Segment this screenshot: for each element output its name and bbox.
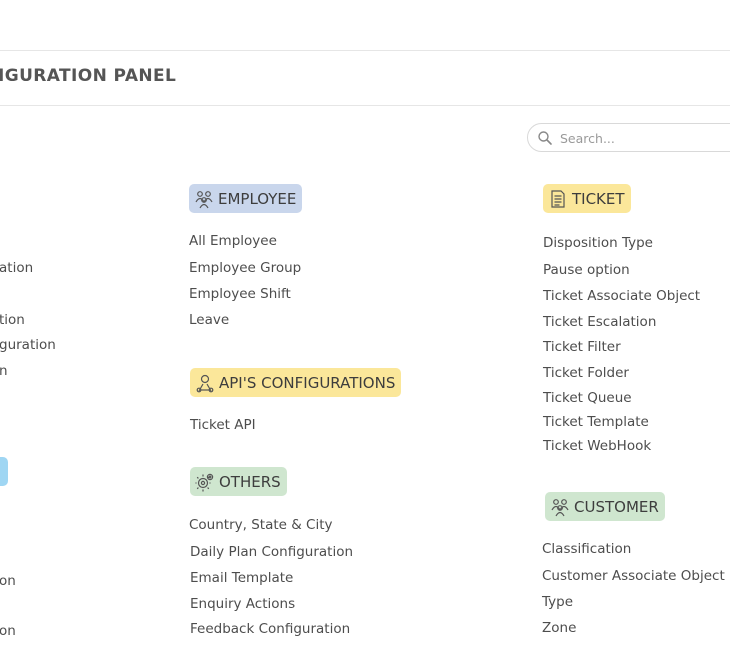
- others-item[interactable]: Email Template: [190, 570, 293, 586]
- employee-section-title: EMPLOYEE: [218, 189, 297, 208]
- ticket-item[interactable]: Ticket Filter: [543, 339, 621, 355]
- ticket-item[interactable]: Disposition Type: [543, 235, 653, 251]
- api-section-title: API'S CONFIGURATIONS: [219, 373, 396, 392]
- people-icon: [195, 190, 213, 208]
- others-item[interactable]: Country, State & City: [189, 517, 333, 533]
- page-title: IGURATION PANEL: [0, 66, 177, 86]
- customer-item[interactable]: Type: [542, 594, 573, 610]
- left-item[interactable]: ation: [0, 260, 33, 276]
- left-item[interactable]: guration: [0, 337, 56, 353]
- left-item[interactable]: tion: [0, 312, 25, 328]
- left-item[interactable]: on: [0, 623, 16, 639]
- left-section-badge: [0, 457, 8, 486]
- ticket-item[interactable]: Ticket Associate Object: [543, 288, 700, 304]
- top-bar: [0, 0, 730, 51]
- search-input[interactable]: [560, 128, 730, 148]
- ticket-item[interactable]: Ticket Folder: [543, 365, 629, 381]
- others-section-title: OTHERS: [219, 472, 281, 491]
- others-item[interactable]: Daily Plan Configuration: [190, 544, 353, 560]
- ticket-item[interactable]: Pause option: [543, 262, 630, 278]
- employee-item[interactable]: Employee Shift: [189, 286, 291, 302]
- search-icon: [538, 131, 552, 145]
- divider: [0, 105, 730, 106]
- customer-section-badge: CUSTOMER: [545, 492, 665, 521]
- employee-item[interactable]: All Employee: [189, 233, 277, 249]
- left-item[interactable]: n: [0, 363, 8, 379]
- customer-item[interactable]: Customer Associate Object: [542, 568, 725, 584]
- api-section-badge: API'S CONFIGURATIONS: [190, 368, 402, 397]
- api-item[interactable]: Ticket API: [190, 417, 256, 433]
- customer-section-title: CUSTOMER: [574, 497, 659, 516]
- ticket-item[interactable]: Ticket Queue: [543, 390, 632, 406]
- ticket-item[interactable]: Ticket Template: [543, 414, 649, 430]
- people-icon: [551, 498, 569, 516]
- ticket-section-title: TICKET: [572, 189, 625, 208]
- others-section-badge: OTHERS: [190, 467, 287, 496]
- employee-item[interactable]: Employee Group: [189, 260, 301, 276]
- left-item[interactable]: on: [0, 573, 16, 589]
- ticket-item[interactable]: Ticket WebHook: [543, 438, 651, 454]
- employee-item[interactable]: Leave: [189, 312, 229, 328]
- search-box[interactable]: [527, 123, 730, 152]
- document-icon: [551, 189, 565, 208]
- employee-section-badge: EMPLOYEE: [189, 184, 303, 213]
- ticket-item[interactable]: Ticket Escalation: [543, 314, 656, 330]
- others-item[interactable]: Enquiry Actions: [190, 596, 295, 612]
- others-item[interactable]: Feedback Configuration: [190, 621, 350, 637]
- api-icon: [196, 374, 214, 392]
- gears-icon: [195, 473, 214, 491]
- customer-item[interactable]: Classification: [542, 541, 631, 557]
- ticket-section-badge: TICKET: [543, 184, 631, 213]
- customer-item[interactable]: Zone: [542, 620, 576, 636]
